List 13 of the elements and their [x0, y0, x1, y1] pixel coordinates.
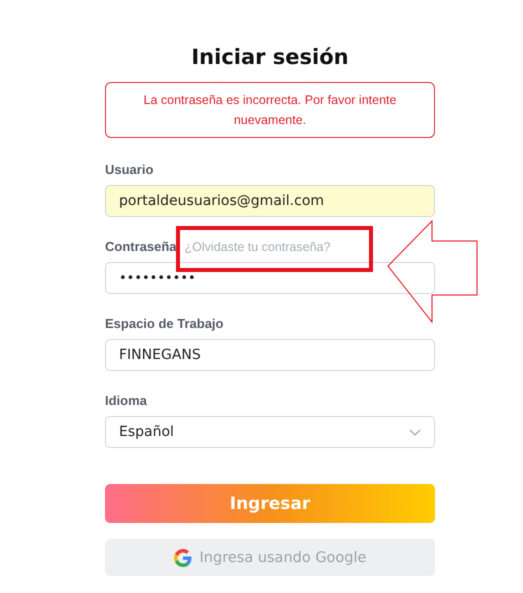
- google-icon: [174, 548, 192, 566]
- arrow-icon: [387, 220, 479, 324]
- error-message: La contraseña es incorrecta. Por favor intente nuevamente.: [105, 82, 435, 138]
- chevron-down-icon: [409, 428, 421, 436]
- field-label: Espacio de Trabajo: [105, 316, 224, 332]
- field-label: Idioma: [105, 393, 148, 409]
- page-title: Iniciar sesión: [190, 44, 350, 71]
- input-field[interactable]: FINNEGANS: [105, 339, 435, 371]
- field-label: Usuario: [105, 162, 154, 178]
- field-label: Contraseña: [105, 239, 177, 255]
- password-field[interactable]: ••••••••••: [105, 262, 435, 294]
- input-field[interactable]: portaldeusuarios@gmail.com: [105, 185, 435, 217]
- language-select[interactable]: Español: [105, 416, 435, 448]
